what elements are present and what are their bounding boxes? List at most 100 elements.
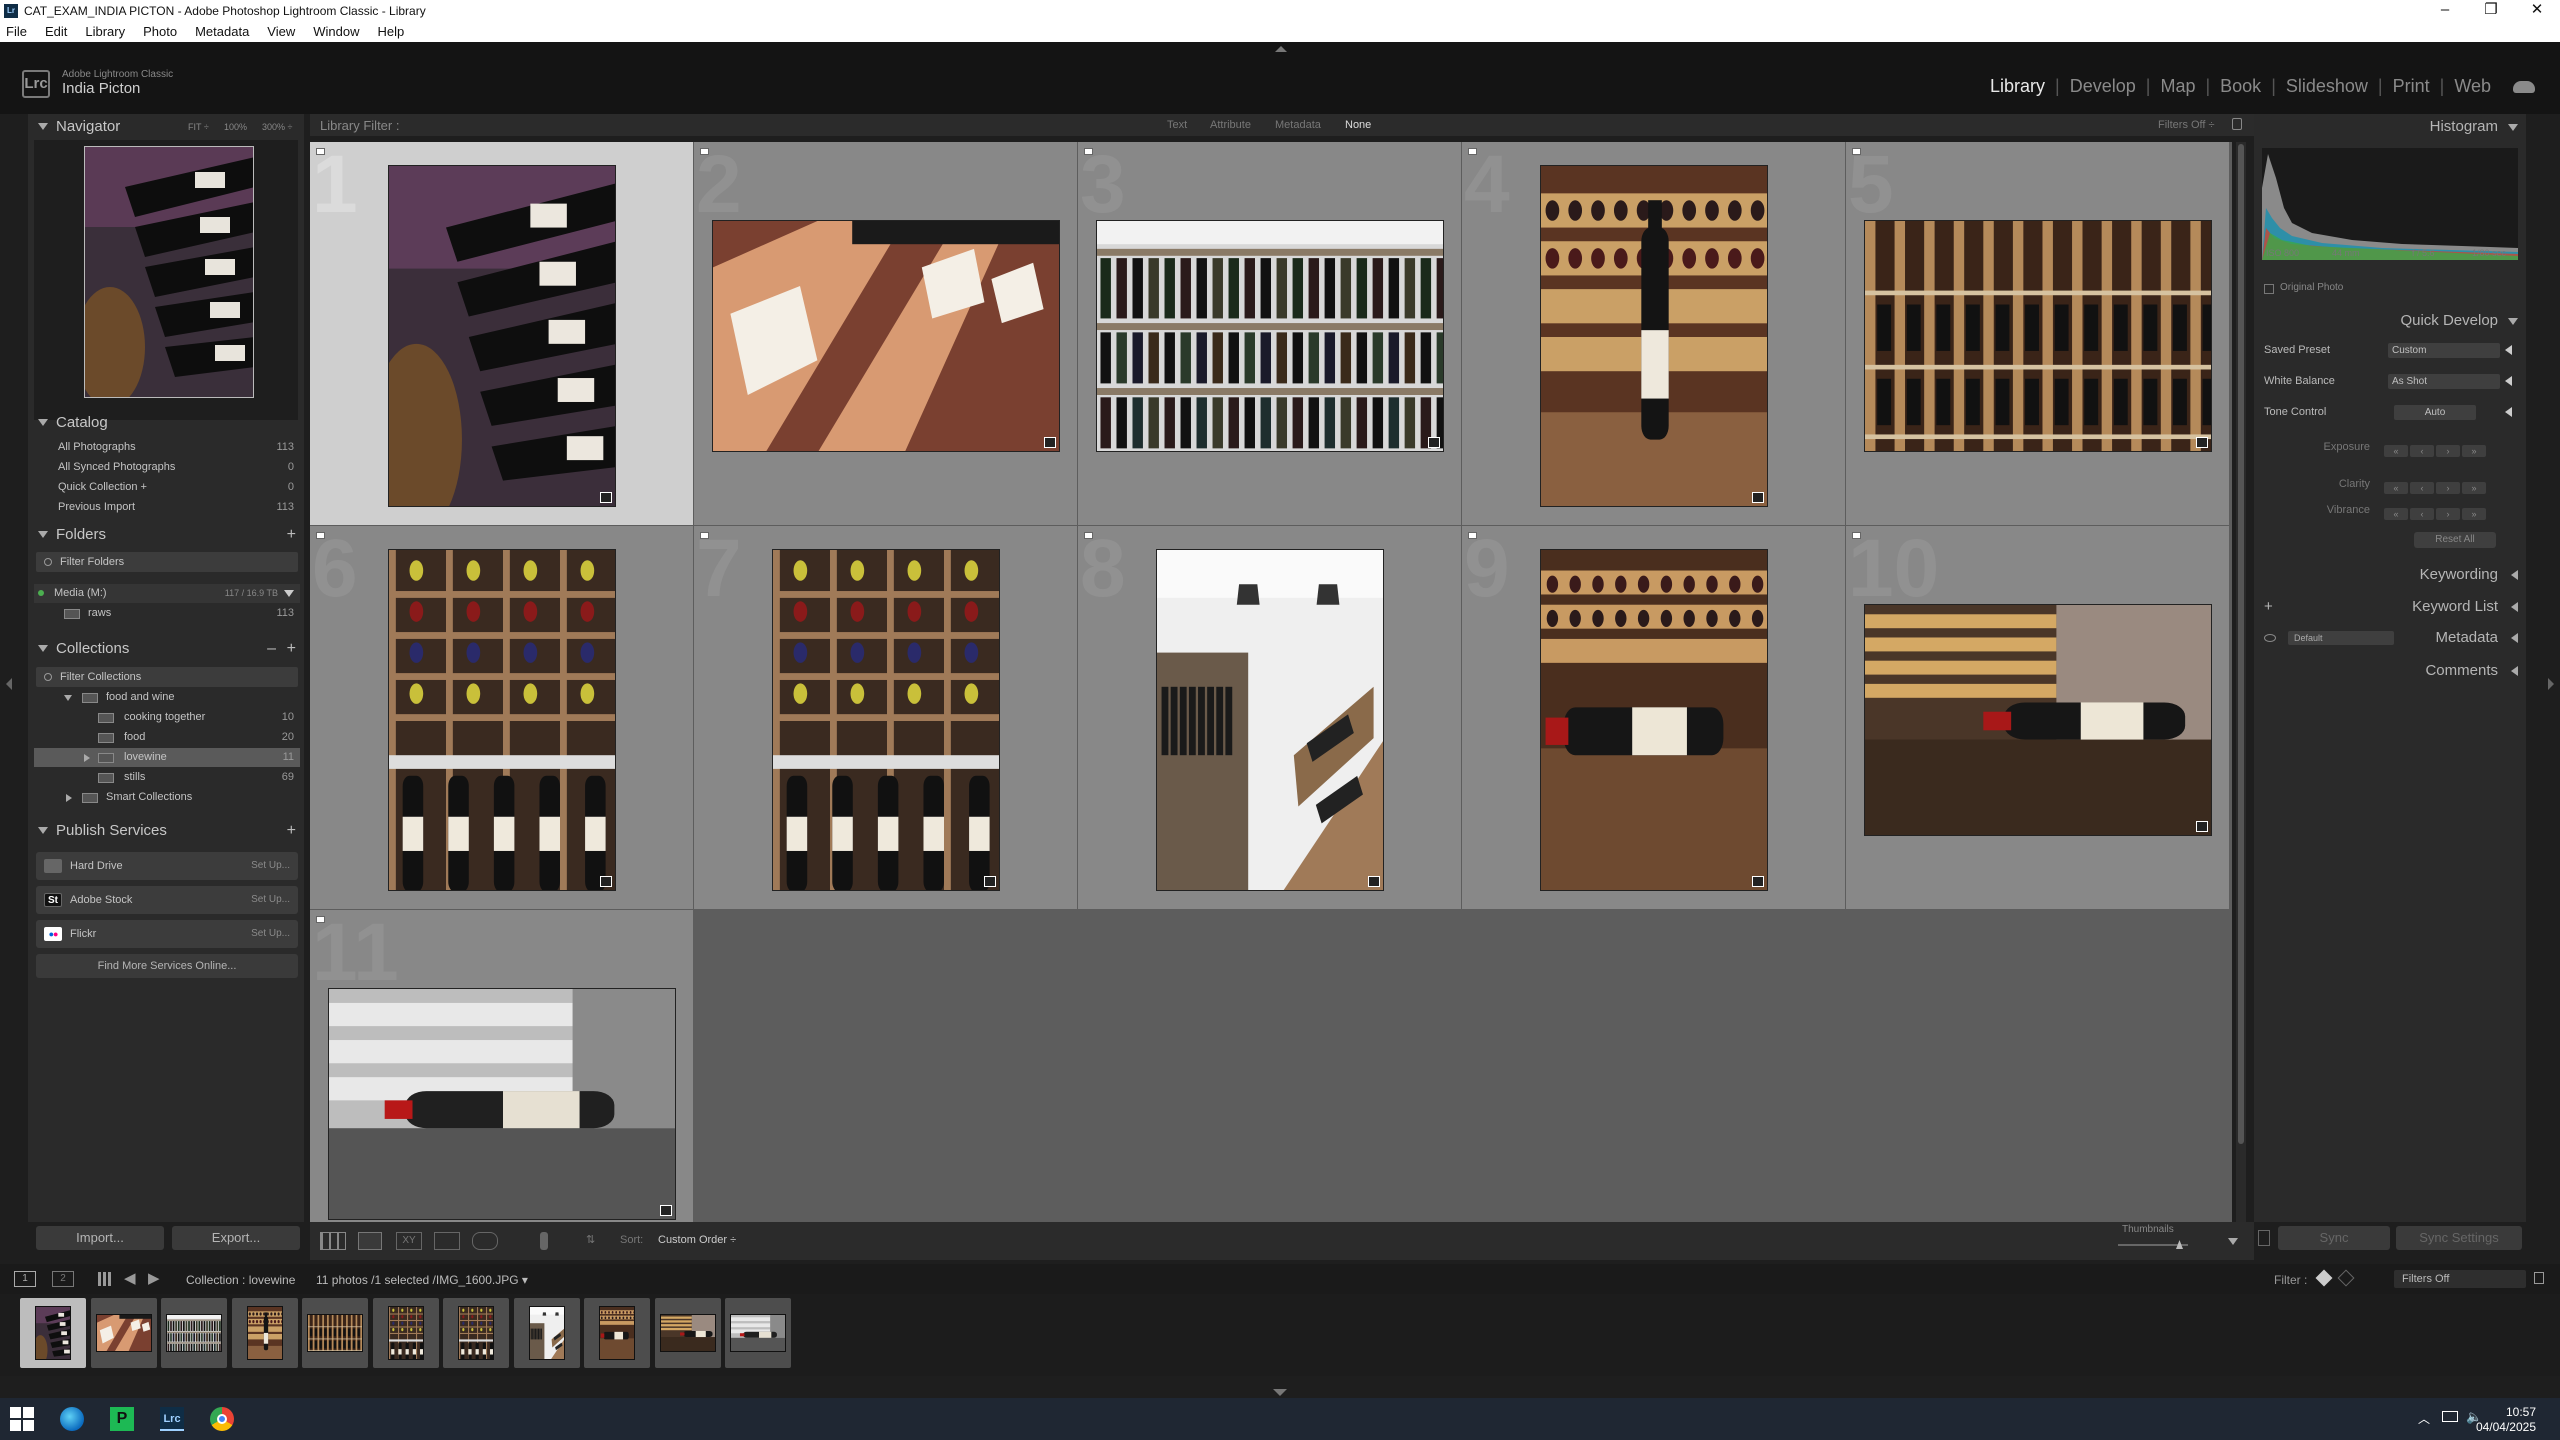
filmstrip-thumbnail[interactable] <box>584 1298 650 1368</box>
quick-develop-header[interactable]: Quick Develop <box>2254 308 2526 334</box>
photo-thumbnail[interactable] <box>1540 165 1768 507</box>
exposure-steppers[interactable]: «‹ ›» <box>2384 445 2486 457</box>
filmstrip-thumbnail[interactable] <box>443 1298 509 1368</box>
setup-link[interactable]: Set Up... <box>251 920 290 948</box>
system-clock[interactable]: 10:57 04/04/2025 <box>2476 1405 2536 1435</box>
collections-header[interactable]: Collections – + <box>28 636 304 662</box>
grid-cell[interactable]: 1 <box>310 142 694 526</box>
setup-link[interactable]: Set Up... <box>251 886 290 914</box>
add-folder-icon[interactable]: + <box>287 522 296 548</box>
filter-metadata[interactable]: Metadata <box>1275 119 1321 131</box>
photo-thumbnail[interactable] <box>1156 549 1384 891</box>
filmstrip-thumbnail[interactable] <box>513 1298 580 1368</box>
clarity-steppers[interactable]: «‹ ›» <box>2384 482 2486 494</box>
filmstrip-thumbnail[interactable] <box>231 1298 298 1368</box>
photo-thumbnail[interactable] <box>1096 220 1444 452</box>
metadata-header[interactable]: Default Metadata <box>2254 625 2526 651</box>
filter-attribute[interactable]: Attribute <box>1210 119 1251 131</box>
grid-cell[interactable]: 7 <box>694 526 1078 910</box>
clarity-decrease[interactable]: ‹ <box>2410 482 2434 494</box>
sort-direction-icon[interactable]: ⇅ <box>586 1233 595 1246</box>
zoom-300[interactable]: 300% ÷ <box>262 114 292 140</box>
app-p-icon[interactable]: P <box>110 1407 134 1431</box>
add-keyword-icon[interactable]: + <box>2264 594 2273 620</box>
grid-icon[interactable] <box>98 1272 112 1286</box>
export-button[interactable]: Export... <box>172 1226 300 1250</box>
collection-item[interactable]: food 20 <box>34 728 300 747</box>
publish-services-header[interactable]: Publish Services + <box>28 818 304 844</box>
filmstrip-thumbnail[interactable] <box>20 1298 86 1368</box>
cloud-sync-icon[interactable] <box>2513 80 2535 93</box>
vibrance-steppers[interactable]: «‹ ›» <box>2384 508 2486 520</box>
spray-can-icon[interactable] <box>540 1232 548 1250</box>
close-button[interactable]: ✕ <box>2514 0 2560 21</box>
collection-set[interactable]: food and wine <box>34 688 300 707</box>
compare-view-icon[interactable]: XY <box>396 1232 422 1250</box>
module-map[interactable]: Map <box>2156 76 2199 97</box>
import-button[interactable]: Import... <box>36 1226 164 1250</box>
photo-thumbnail[interactable] <box>388 165 616 507</box>
flag-icon[interactable] <box>1468 148 1477 155</box>
grid-view-icon[interactable] <box>320 1232 346 1250</box>
flag-icon[interactable] <box>700 532 709 539</box>
back-arrow-icon[interactable]: ◀ <box>124 1269 136 1287</box>
flag-icon[interactable] <box>1852 532 1861 539</box>
menu-help[interactable]: Help <box>378 24 405 39</box>
sync-button[interactable]: Sync <box>2278 1226 2390 1250</box>
eye-icon[interactable] <box>2264 634 2276 642</box>
flag-icon[interactable] <box>316 148 325 155</box>
photo-thumbnail[interactable] <box>712 220 1060 452</box>
photo-thumbnail[interactable] <box>1540 549 1768 891</box>
network-icon[interactable] <box>2442 1411 2458 1422</box>
vibrance-increase-large[interactable]: » <box>2462 508 2486 520</box>
expand-arrow-icon[interactable] <box>2505 407 2512 417</box>
clarity-increase-large[interactable]: » <box>2462 482 2486 494</box>
photo-thumbnail[interactable] <box>1864 604 2212 836</box>
module-library[interactable]: Library <box>1986 76 2049 97</box>
photo-thumbnail[interactable] <box>328 988 676 1220</box>
catalog-header[interactable]: Catalog <box>28 410 304 436</box>
collection-item-selected[interactable]: lovewine 11 <box>34 748 300 767</box>
vibrance-increase[interactable]: › <box>2436 508 2460 520</box>
menu-metadata[interactable]: Metadata <box>195 24 249 39</box>
photo-thumbnail[interactable] <box>772 549 1000 891</box>
left-panel-toggle-icon[interactable] <box>6 678 12 690</box>
add-publish-service-icon[interactable]: + <box>287 818 296 844</box>
chrome-browser-icon[interactable] <box>210 1407 234 1431</box>
grid-scrollbar[interactable] <box>2236 142 2246 1222</box>
flag-icon[interactable] <box>1084 148 1093 155</box>
navigator-preview-image[interactable] <box>84 146 254 398</box>
flag-filter-icon[interactable] <box>2337 1269 2355 1287</box>
source-collection[interactable]: Collection : lovewine <box>186 1273 295 1287</box>
expand-arrow-icon[interactable] <box>2505 376 2512 386</box>
module-develop[interactable]: Develop <box>2066 76 2140 97</box>
menu-file[interactable]: File <box>6 24 27 39</box>
grid-cell[interactable]: 4 <box>1462 142 1846 526</box>
smart-collections-row[interactable]: Smart Collections <box>34 788 300 807</box>
expand-icon[interactable] <box>66 794 72 802</box>
histogram-header[interactable]: Histogram <box>2254 114 2526 140</box>
clarity-decrease-large[interactable]: « <box>2384 482 2408 494</box>
folder-item[interactable]: raws 113 <box>34 604 300 623</box>
catalog-item[interactable]: All Photographs 113 <box>34 438 300 457</box>
filter-collections-input[interactable]: Filter Collections <box>36 667 298 687</box>
catalog-item[interactable]: Quick Collection + 0 <box>34 478 300 497</box>
filter-none[interactable]: None <box>1345 119 1371 131</box>
bottom-panel-toggle-icon[interactable] <box>1273 1389 1287 1396</box>
catalog-item[interactable]: Previous Import 113 <box>34 498 300 517</box>
tray-overflow-icon[interactable]: ︿ <box>2418 1410 2430 1427</box>
filter-folders-input[interactable]: Filter Folders <box>36 552 298 572</box>
filmstrip-thumbnail[interactable] <box>161 1298 227 1368</box>
vibrance-decrease[interactable]: ‹ <box>2410 508 2434 520</box>
filmstrip-thumbnail[interactable] <box>302 1298 368 1368</box>
people-view-icon[interactable] <box>472 1232 498 1250</box>
grid-cell[interactable]: 8 <box>1078 526 1462 910</box>
exposure-decrease-large[interactable]: « <box>2384 445 2408 457</box>
loupe-view-icon[interactable] <box>358 1232 382 1250</box>
vibrance-decrease-large[interactable]: « <box>2384 508 2408 520</box>
photo-thumbnail[interactable] <box>1864 220 2212 452</box>
main-window-icon[interactable]: 1 <box>14 1271 36 1287</box>
saved-preset-dropdown[interactable]: Custom <box>2388 343 2500 358</box>
filter-text[interactable]: Text <box>1167 119 1187 131</box>
collection-item[interactable]: stills 69 <box>34 768 300 787</box>
